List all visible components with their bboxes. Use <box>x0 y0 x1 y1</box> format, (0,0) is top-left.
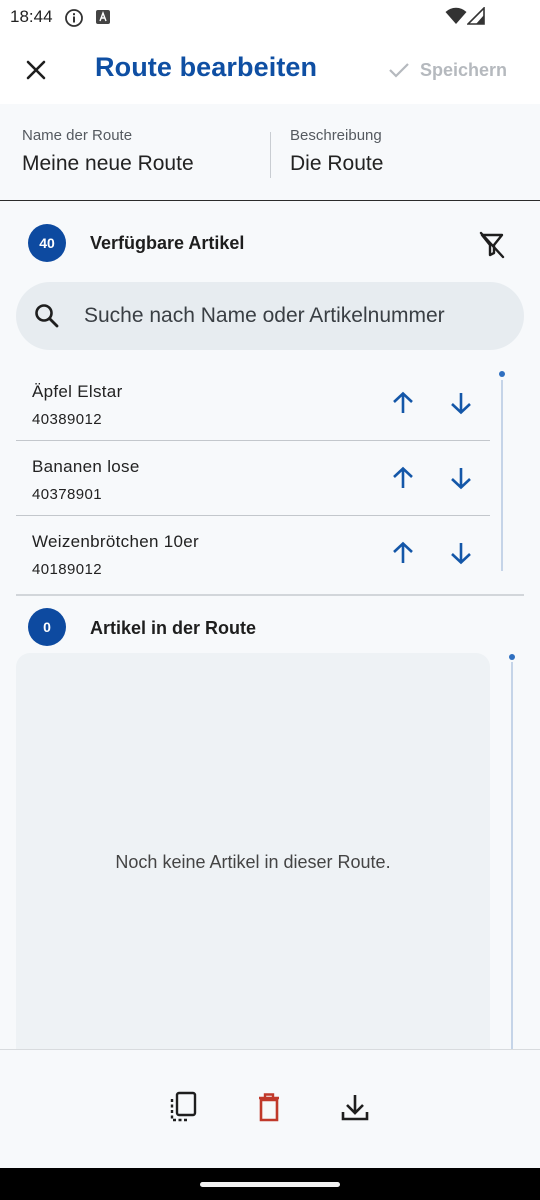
list-item[interactable]: Äpfel Elstar 40389012 <box>16 366 490 441</box>
filter-off-button[interactable] <box>476 228 508 260</box>
save-label: Speichern <box>420 59 508 80</box>
app-bar: Route bearbeiten Speichern <box>0 34 540 104</box>
move-up-button[interactable] <box>388 463 418 493</box>
arrow-up-icon <box>393 466 413 488</box>
arrow-down-icon <box>451 393 471 415</box>
list-item[interactable]: Bananen lose 40378901 <box>16 441 490 516</box>
route-items-panel: Noch keine Artikel in dieser Route. <box>16 653 490 1073</box>
move-down-button[interactable] <box>446 463 476 493</box>
description-value[interactable]: Die Route <box>290 152 383 176</box>
route-name-field[interactable]: Name der Route Meine neue Route <box>22 127 194 176</box>
copy-button[interactable] <box>167 1090 199 1124</box>
item-number: 40378901 <box>32 486 102 503</box>
search-icon <box>34 303 60 334</box>
section-divider <box>16 594 524 596</box>
available-section-title: Verfügbare Artikel <box>90 233 245 253</box>
home-gesture-handle[interactable] <box>200 1182 340 1187</box>
info-circle-icon <box>64 8 84 33</box>
download-button[interactable] <box>339 1090 371 1124</box>
item-name: Äpfel Elstar <box>32 382 123 401</box>
download-icon <box>341 1095 369 1121</box>
route-name-label: Name der Route <box>22 127 133 144</box>
a-box-icon <box>96 10 110 29</box>
field-divider <box>270 132 271 178</box>
signal-icon <box>466 6 485 30</box>
scrollbar-thumb[interactable] <box>499 371 505 377</box>
check-icon <box>389 63 409 78</box>
route-form: Name der Route Meine neue Route Beschrei… <box>0 104 540 201</box>
bottom-action-bar <box>0 1049 540 1168</box>
list-item[interactable]: Weizenbrötchen 10er 40189012 <box>16 516 490 591</box>
route-section-title: Artikel in der Route <box>90 618 257 638</box>
route-empty-message: Noch keine Artikel in dieser Route. <box>115 852 391 872</box>
route-name-value[interactable]: Meine neue Route <box>22 152 194 176</box>
wifi-icon <box>445 7 467 30</box>
available-count-badge: 40 <box>28 224 66 262</box>
available-scrollbar[interactable] <box>501 380 503 571</box>
route-count-badge: 0 <box>28 608 66 646</box>
delete-button[interactable] <box>253 1090 285 1124</box>
save-button[interactable]: Speichern <box>388 56 507 84</box>
close-button[interactable] <box>20 54 52 86</box>
item-number: 40389012 <box>32 411 102 428</box>
description-label: Beschreibung <box>290 127 382 144</box>
item-number: 40189012 <box>32 561 102 578</box>
close-icon <box>26 60 46 80</box>
arrow-up-icon <box>393 391 413 413</box>
move-down-button[interactable] <box>446 388 476 418</box>
available-list: Äpfel Elstar 40389012 Bananen lose 40378… <box>16 366 490 591</box>
arrow-up-icon <box>393 541 413 563</box>
move-up-button[interactable] <box>388 538 418 568</box>
arrow-down-icon <box>451 468 471 490</box>
search-bar[interactable] <box>16 282 524 350</box>
arrow-down-icon <box>451 543 471 565</box>
copy-icon <box>170 1091 197 1122</box>
filter-off-icon <box>479 231 505 259</box>
description-field[interactable]: Beschreibung Die Route <box>290 127 383 176</box>
item-name: Bananen lose <box>32 457 140 476</box>
delete-icon <box>259 1093 279 1122</box>
move-down-button[interactable] <box>446 538 476 568</box>
scrollbar-thumb[interactable] <box>509 654 515 660</box>
move-up-button[interactable] <box>388 388 418 418</box>
route-scrollbar[interactable] <box>511 662 513 1050</box>
system-navigation-bar <box>0 1168 540 1200</box>
page-title: Route bearbeiten <box>95 52 318 82</box>
status-time: 18:44 <box>10 7 53 26</box>
search-input[interactable] <box>84 282 504 350</box>
item-name: Weizenbrötchen 10er <box>32 532 199 551</box>
status-bar: 18:44 <box>0 0 540 34</box>
